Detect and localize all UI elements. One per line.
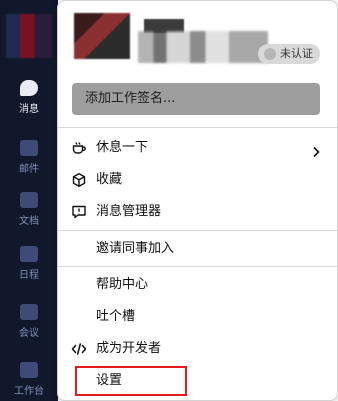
document-icon <box>20 192 38 208</box>
workbench-icon <box>20 362 38 378</box>
menu-item-rest[interactable]: 休息一下 <box>58 133 337 163</box>
menu-item-label: 收藏 <box>96 172 123 187</box>
menu-item-label: 成为开发者 <box>96 341 162 356</box>
divider <box>58 127 337 128</box>
code-icon <box>71 341 87 357</box>
menu-item-label: 邀请同事加入 <box>96 241 175 256</box>
avatar[interactable] <box>74 13 130 59</box>
settings-highlight-box <box>75 366 187 396</box>
sidebar-item-meetings[interactable]: 会议 <box>0 304 58 339</box>
menu-item-favorites[interactable]: 收藏 <box>58 165 337 195</box>
menu-item-feedback[interactable]: 吐个槽 <box>58 302 337 332</box>
menu-item-label: 吐个槽 <box>96 309 136 324</box>
sidebar-item-messages[interactable]: 消息 <box>0 80 58 115</box>
message-alert-icon <box>71 204 87 220</box>
cube-icon <box>71 172 87 188</box>
menu-item-developer[interactable]: 成为开发者 <box>58 334 337 364</box>
sidebar-item-workbench[interactable]: 工作台 <box>0 362 58 397</box>
work-signature-input[interactable]: 添加工作签名... <box>72 83 320 115</box>
sidebar-avatar[interactable] <box>6 14 52 58</box>
chat-bubble-icon <box>20 80 38 96</box>
coffee-cup-icon <box>71 140 87 156</box>
left-sidebar: 消息 邮件 文档 日程 会议 工作台 <box>0 0 58 401</box>
menu-item-label: 休息一下 <box>96 140 149 155</box>
menu-item-label: 帮助中心 <box>96 277 149 292</box>
sidebar-item-calendar[interactable]: 日程 <box>0 246 58 281</box>
user-info-blurred <box>138 31 268 63</box>
video-meeting-icon <box>20 304 38 320</box>
sidebar-item-docs[interactable]: 文档 <box>0 192 58 227</box>
divider <box>58 266 337 267</box>
menu-item-invite[interactable]: 邀请同事加入 <box>58 234 337 264</box>
menu-item-message-manager[interactable]: 消息管理器 <box>58 197 337 227</box>
sidebar-item-mail[interactable]: 邮件 <box>0 140 58 175</box>
calendar-icon <box>20 246 38 262</box>
app-stage: 消息 邮件 文档 日程 会议 工作台 未认证 添加工作签名... 休息一下 收藏… <box>0 0 338 401</box>
mail-icon <box>20 140 38 156</box>
menu-item-help-center[interactable]: 帮助中心 <box>58 270 337 300</box>
profile-menu: 未认证 添加工作签名... 休息一下 收藏 消息管理器 邀请同事加入 帮助中心 … <box>57 0 338 401</box>
verification-badge[interactable]: 未认证 <box>258 44 320 64</box>
chevron-right-icon <box>309 141 323 158</box>
menu-item-label: 消息管理器 <box>96 204 162 219</box>
divider <box>58 230 337 231</box>
profile-header: 未认证 <box>58 1 337 71</box>
